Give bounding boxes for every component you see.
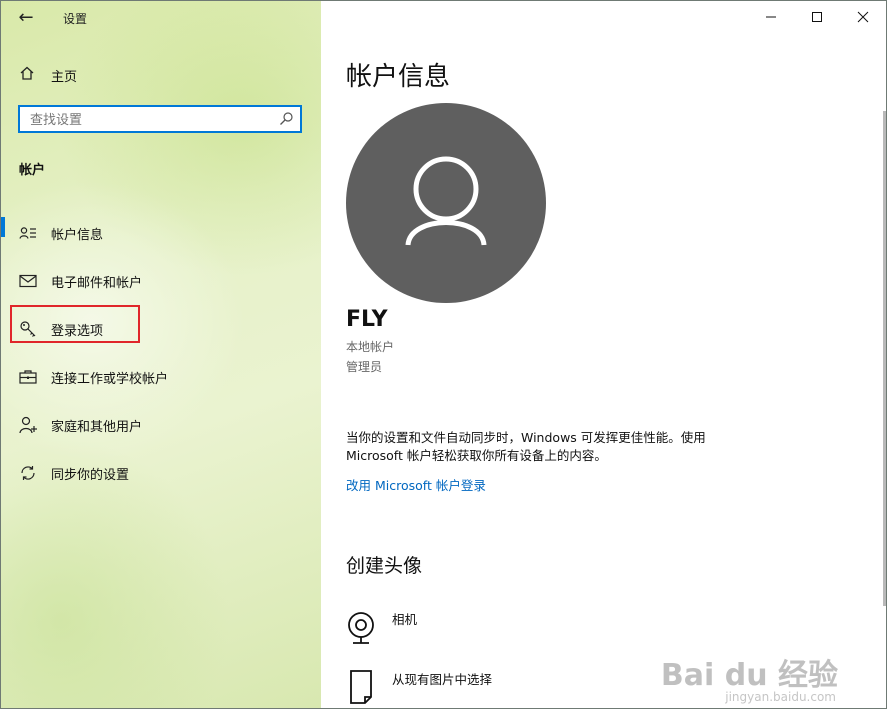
highlight-box [10,305,140,343]
sidebar-item-work-school[interactable]: 连接工作或学校帐户 [1,353,321,401]
camera-icon [346,609,376,648]
search-box[interactable] [18,105,302,133]
browse-picture-option[interactable]: 从现有图片中选择 [346,669,492,708]
sidebar-item-family-users[interactable]: 家庭和其他用户 [1,401,321,449]
picture-file-icon [346,669,376,708]
sidebar-item-label: 连接工作或学校帐户 [51,371,169,387]
briefcase-icon [19,368,37,386]
create-avatar-heading: 创建头像 [346,555,423,577]
page-title: 帐户信息 [346,62,451,92]
maximize-icon [812,12,822,22]
sidebar-item-sync-settings[interactable]: 同步你的设置 [1,449,321,497]
home-label: 主页 [51,69,78,85]
scrollbar[interactable] [883,111,886,606]
main-content: 帐户信息 FLY 本地帐户 管理员 当你的设置和文件自动同步时，Windows … [321,1,886,708]
settings-window: ← 设置 主页 帐户 帐户信息 [0,0,887,709]
avatar [346,103,546,303]
mail-icon [19,272,37,290]
search-input[interactable] [28,107,272,133]
person-icon [405,156,487,246]
close-button[interactable] [840,1,886,33]
minimize-button[interactable] [748,1,794,33]
search-icon[interactable] [278,111,294,127]
account-type: 本地帐户 [346,340,395,354]
close-icon [857,11,869,23]
home-icon [19,65,35,85]
sidebar-item-label: 帐户信息 [51,227,104,243]
minimize-icon [766,16,776,18]
user-name: FLY [346,307,388,332]
user-role: 管理员 [346,360,383,374]
nav-list: 帐户信息 电子邮件和帐户 登录选项 连接工作或学校帐户 家庭和其他用户 同步你的… [1,209,321,497]
sidebar-item-label: 家庭和其他用户 [51,419,143,435]
section-title: 帐户 [19,163,46,178]
person-card-icon [19,224,37,242]
back-arrow-icon[interactable]: ← [15,7,37,29]
person-add-icon [19,416,37,434]
app-title: 设置 [63,12,88,26]
microsoft-signin-link[interactable]: 改用 Microsoft 帐户登录 [346,475,486,494]
sync-icon [19,464,37,482]
sidebar-item-account-info[interactable]: 帐户信息 [1,209,321,257]
sidebar-item-label: 同步你的设置 [51,467,130,483]
sidebar: ← 设置 主页 帐户 帐户信息 [1,1,321,708]
home-nav-item[interactable]: 主页 [19,65,77,85]
camera-option[interactable]: 相机 [346,609,417,648]
sidebar-item-label: 电子邮件和帐户 [51,275,143,291]
window-controls [748,1,886,33]
browse-picture-label: 从现有图片中选择 [392,672,493,687]
sync-info-text: 当你的设置和文件自动同步时，Windows 可发挥更佳性能。使用 Microso… [346,430,706,463]
baidu-watermark-url: jingyan.baidu.com [725,690,836,704]
baidu-watermark: Bai du 经验 [660,658,838,693]
sidebar-item-email-accounts[interactable]: 电子邮件和帐户 [1,257,321,305]
camera-label: 相机 [392,612,418,627]
maximize-button[interactable] [794,1,840,33]
